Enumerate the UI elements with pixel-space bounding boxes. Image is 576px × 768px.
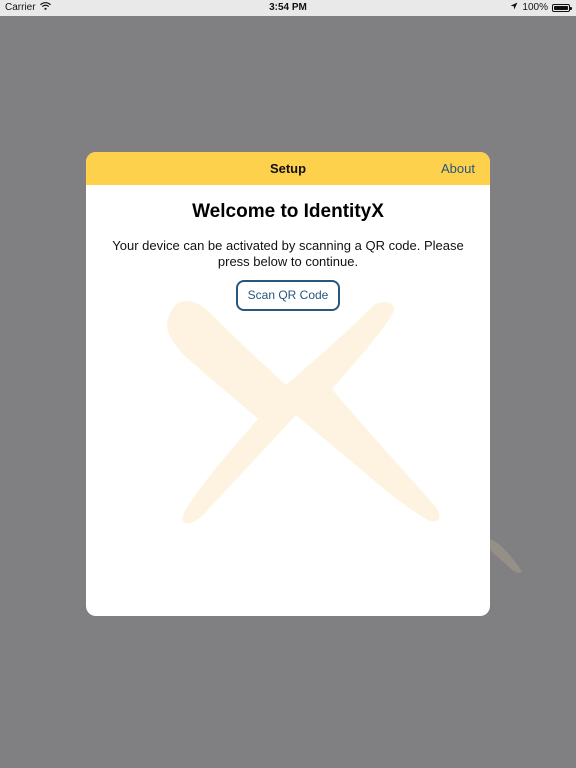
identityx-x-logo: [166, 301, 440, 524]
about-button[interactable]: About: [441, 152, 475, 185]
modal-title: Setup: [269, 161, 307, 176]
status-bar: Carrier 3:54 PM 100%: [0, 0, 576, 16]
activation-description: Your device can be activated by scanning…: [112, 238, 464, 269]
scan-qr-code-button[interactable]: Scan QR Code: [236, 280, 340, 311]
status-time: 3:54 PM: [269, 2, 307, 13]
battery-percent: 100%: [522, 2, 548, 13]
setup-modal: Setup About Welcome to IdentityX Your de…: [86, 152, 490, 616]
modal-header: Setup About: [86, 152, 490, 185]
location-arrow-icon: [510, 0, 518, 16]
battery-level: [554, 6, 568, 10]
battery-icon: [552, 4, 572, 12]
welcome-heading: Welcome to IdentityX: [192, 201, 384, 222]
status-right: 100%: [510, 0, 572, 16]
